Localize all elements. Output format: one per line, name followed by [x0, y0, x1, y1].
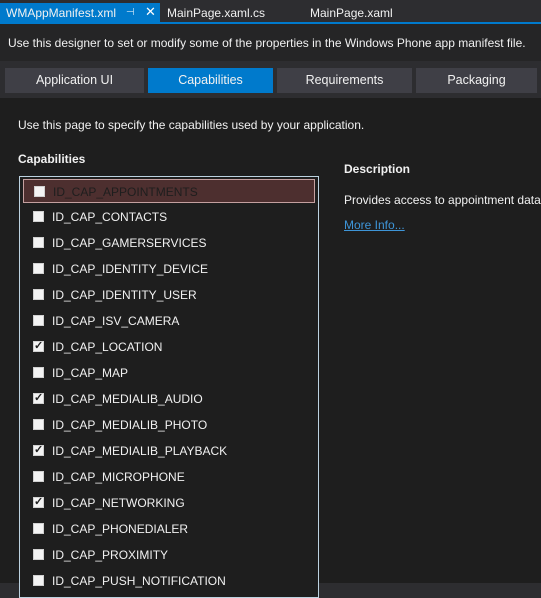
capability-checkbox[interactable] — [33, 315, 44, 326]
pin-icon[interactable]: ⊣ — [126, 4, 135, 22]
tab-capabilities[interactable]: Capabilities — [148, 68, 273, 93]
tab-mainpage-xaml-cs[interactable]: MainPage.xaml.cs — [167, 4, 265, 22]
capability-label: ID_CAP_APPOINTMENTS — [53, 185, 198, 199]
description-heading: Description — [344, 162, 411, 176]
capability-label: ID_CAP_MEDIALIB_PHOTO — [52, 418, 208, 432]
capability-checkbox[interactable] — [33, 289, 44, 300]
capability-label: ID_CAP_PROXIMITY — [52, 548, 169, 562]
capability-label: ID_CAP_IDENTITY_USER — [52, 288, 197, 302]
capability-checkbox[interactable] — [33, 367, 44, 378]
capability-item[interactable]: ID_CAP_GAMERSERVICES — [23, 231, 315, 255]
more-info-link[interactable]: More Info... — [344, 218, 405, 232]
checkmark-icon: ✓ — [34, 496, 44, 508]
capability-label: ID_CAP_LOCATION — [52, 340, 163, 354]
tab-label: MainPage.xaml — [310, 6, 393, 20]
capability-item[interactable]: ID_CAP_PHONEDIALER — [23, 517, 315, 541]
capabilities-page: Use this page to specify the capabilitie… — [0, 98, 541, 598]
page-intro-text: Use this page to specify the capabilitie… — [18, 118, 365, 132]
capability-label: ID_CAP_NETWORKING — [52, 496, 185, 510]
capability-item[interactable]: ID_CAP_IDENTITY_USER — [23, 283, 315, 307]
capability-checkbox[interactable] — [34, 186, 45, 197]
capability-checkbox[interactable]: ✓ — [33, 340, 44, 352]
capability-item[interactable]: ✓ ID_CAP_MEDIALIB_AUDIO — [23, 387, 315, 411]
tab-application-ui[interactable]: Application UI — [5, 68, 144, 93]
capability-label: ID_CAP_MAP — [52, 366, 129, 380]
close-icon[interactable]: ✕ — [145, 3, 156, 21]
capability-label: ID_CAP_CONTACTS — [52, 210, 168, 224]
capability-item[interactable]: ID_CAP_MAP — [23, 361, 315, 385]
capability-label: ID_CAP_MICROPHONE — [52, 470, 185, 484]
checkmark-icon: ✓ — [34, 340, 44, 352]
checkmark-icon: ✓ — [34, 444, 44, 456]
capability-item[interactable]: ID_CAP_APPOINTMENTS — [23, 179, 315, 203]
capability-item[interactable]: ✓ ID_CAP_NETWORKING — [23, 491, 315, 515]
tab-requirements[interactable]: Requirements — [277, 68, 412, 93]
capabilities-list[interactable]: ID_CAP_APPOINTMENTS ID_CAP_CONTACTS ID_CAP… — [19, 176, 319, 598]
capability-checkbox[interactable]: ✓ — [33, 496, 44, 508]
capability-checkbox[interactable] — [33, 549, 44, 560]
capability-item[interactable]: ID_CAP_IDENTITY_DEVICE — [23, 257, 315, 281]
capability-checkbox[interactable] — [33, 419, 44, 430]
capability-item[interactable]: ID_CAP_PUSH_NOTIFICATION — [23, 569, 315, 593]
tab-wmappmanifest[interactable]: WMAppManifest.xml ⊣ ✕ — [0, 3, 160, 22]
capability-item[interactable]: ID_CAP_MICROPHONE — [23, 465, 315, 489]
capability-item[interactable]: ID_CAP_ISV_CAMERA — [23, 309, 315, 333]
capability-item[interactable]: ✓ ID_CAP_LOCATION — [23, 335, 315, 359]
capability-item[interactable]: ID_CAP_MEDIALIB_PHOTO — [23, 413, 315, 437]
tab-label: WMAppManifest.xml — [6, 6, 117, 20]
capability-checkbox[interactable] — [33, 211, 44, 222]
capability-checkbox[interactable] — [33, 523, 44, 534]
capability-label: ID_CAP_MEDIALIB_AUDIO — [52, 392, 203, 406]
capability-checkbox[interactable]: ✓ — [33, 392, 44, 404]
tab-label: MainPage.xaml.cs — [167, 6, 266, 20]
checkmark-icon: ✓ — [34, 392, 44, 404]
document-tab-strip: WMAppManifest.xml ⊣ ✕ MainPage.xaml.cs M… — [0, 0, 541, 22]
capability-label: ID_CAP_PUSH_NOTIFICATION — [52, 574, 226, 588]
capability-label: ID_CAP_GAMERSERVICES — [52, 236, 207, 250]
capability-checkbox[interactable] — [33, 575, 44, 586]
capability-checkbox[interactable]: ✓ — [33, 444, 44, 456]
capability-item[interactable]: ✓ ID_CAP_MEDIALIB_PLAYBACK — [23, 439, 315, 463]
designer-tabs: Application UI Capabilities Requirements… — [0, 61, 541, 98]
capability-label: ID_CAP_PHONEDIALER — [52, 522, 189, 536]
capability-item[interactable]: ID_CAP_CONTACTS — [23, 205, 315, 229]
tab-mainpage-xaml[interactable]: MainPage.xaml — [310, 4, 393, 22]
description-text: Provides access to appointment data. — [344, 193, 541, 207]
tab-packaging[interactable]: Packaging — [416, 68, 537, 93]
capability-label: ID_CAP_MEDIALIB_PLAYBACK — [52, 444, 228, 458]
designer-info-bar: Use this designer to set or modify some … — [0, 24, 541, 61]
capabilities-heading: Capabilities — [18, 152, 86, 166]
capability-item[interactable]: ID_CAP_PROXIMITY — [23, 543, 315, 567]
capability-checkbox[interactable] — [33, 237, 44, 248]
capability-label: ID_CAP_IDENTITY_DEVICE — [52, 262, 209, 276]
capability-label: ID_CAP_ISV_CAMERA — [52, 314, 180, 328]
capability-checkbox[interactable] — [33, 263, 44, 274]
capability-checkbox[interactable] — [33, 471, 44, 482]
designer-info-text: Use this designer to set or modify some … — [8, 36, 526, 50]
